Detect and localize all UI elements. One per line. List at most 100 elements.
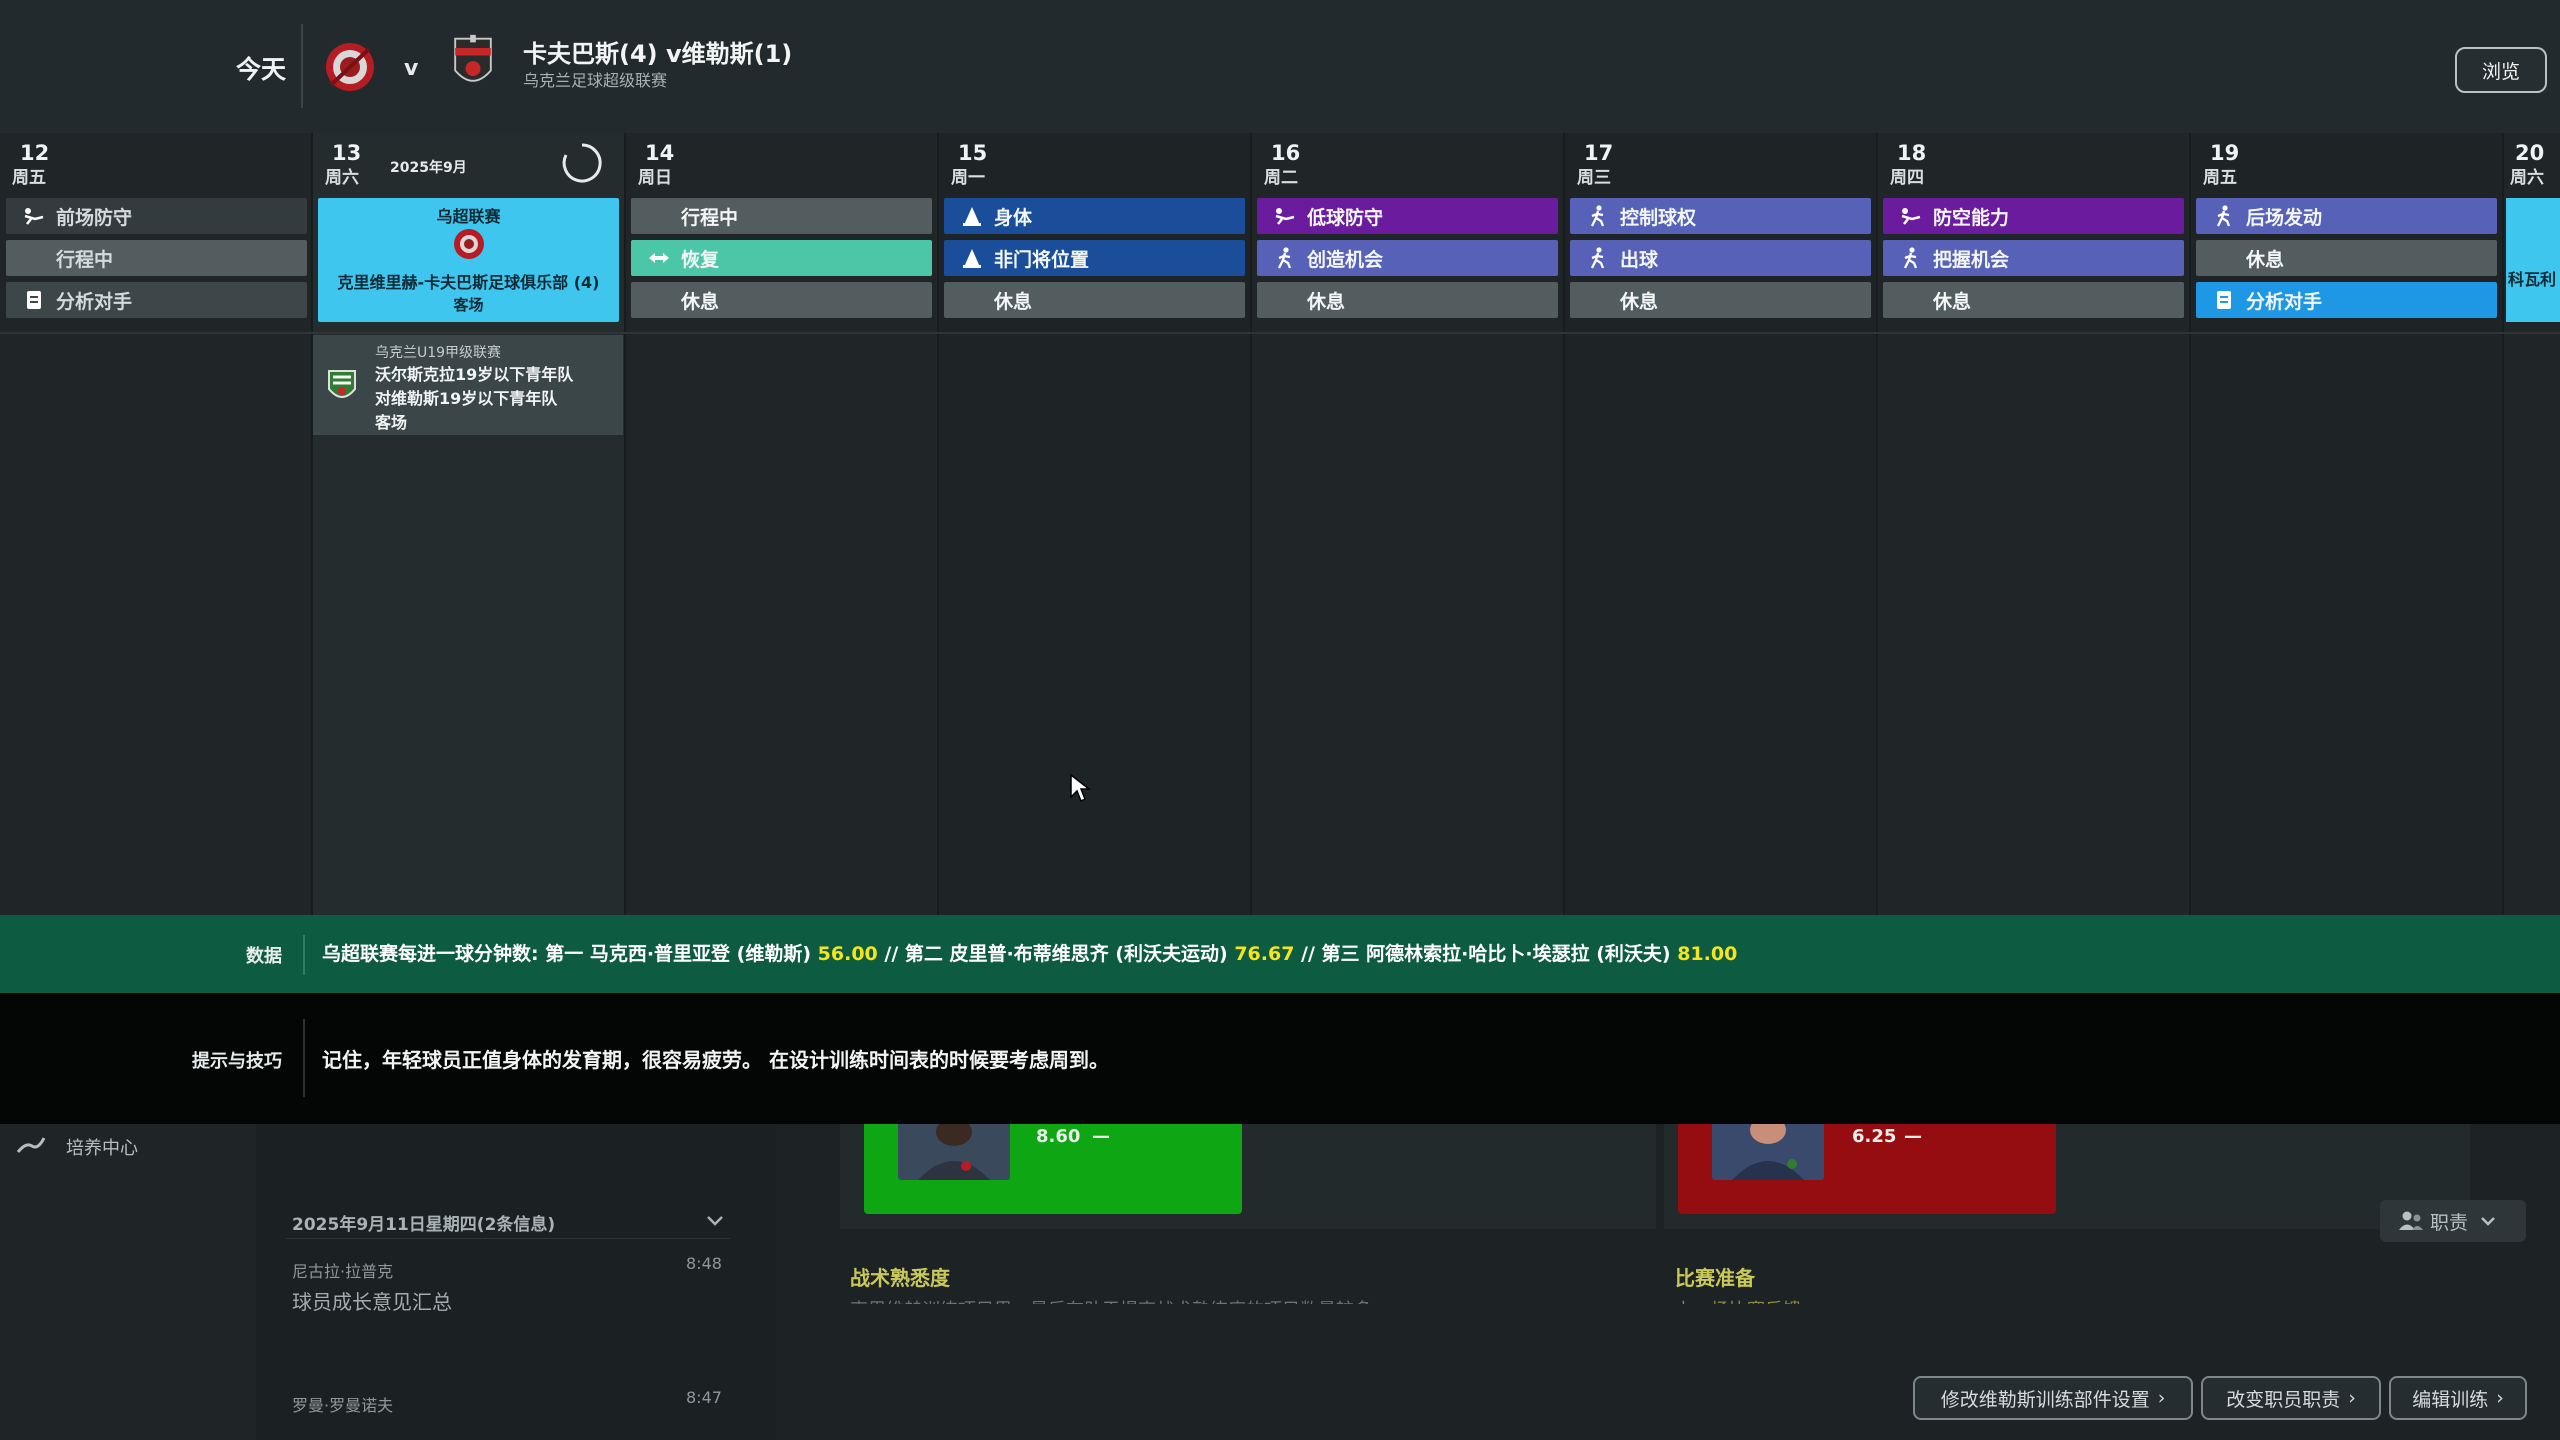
match-prep-heading: 比赛准备 [1675,1266,1755,1290]
button-label: 改变职员职责 [2226,1388,2341,1411]
edit-training-button[interactable]: 编辑训练 › [2389,1376,2527,1420]
development-icon [16,1137,46,1153]
tips-banner: 提示与技巧 记住，年轻球员正值身体的发育期，很容易疲劳。 在设计训练时间表的时候… [0,993,2560,1124]
session-label: 控制球权 [1620,206,1697,229]
day-number: 20 [2515,141,2545,165]
rating-value: 6.25 [1852,1126,1897,1147]
day-number: 14 [645,141,675,165]
stat-value: 56.00 [817,943,878,965]
blank-icon [1899,288,1923,312]
blank-icon [960,288,984,312]
message-group-date[interactable]: 2025年9月11日星期四(2条信息) [292,1210,555,1235]
chevron-down-icon[interactable] [706,1214,724,1228]
training-session[interactable]: 身体 [944,198,1245,234]
message-divider [286,1238,730,1239]
stats-text: 乌超联赛每进一球分钟数: 第一 马克西·普里亚登 (维勒斯) 56.00 // … [322,939,1737,966]
training-session[interactable]: 前场防守 [6,198,307,234]
recovery-icon [647,246,671,270]
training-session[interactable]: 行程中 [631,198,932,234]
training-session[interactable]: 非门将位置 [944,240,1245,276]
training-session[interactable]: 低球防守 [1257,198,1558,234]
training-session[interactable]: 控制球权 [1570,198,1871,234]
match-title[interactable]: 卡夫巴斯(4) v维勒斯(1) [523,34,792,69]
tips-text: 记住，年轻球员正值身体的发育期，很容易疲劳。 在设计训练时间表的时候要考虑周到。 [322,1048,1109,1072]
physical-icon [960,204,984,228]
youth-match-card[interactable]: 乌克兰U19甲级联赛 沃尔斯克拉19岁以下青年队 对维勒斯19岁以下青年队 客场 [313,335,623,435]
match-card-partial[interactable]: 科瓦利 [2506,198,2560,322]
today-label[interactable]: 今天 [236,50,286,86]
day-of-week: 周六 [2510,168,2544,188]
stats-mid: // 第三 阿德林索拉·哈比卜·埃瑟拉 (利沃夫) [1294,943,1678,965]
analysis-icon [2212,288,2236,312]
day-of-week: 周二 [1264,168,1298,188]
day-of-week: 周日 [638,168,672,188]
match-card[interactable]: 乌超联赛 克里维里赫-卡夫巴斯足球俱乐部 (4) 客场 [318,198,619,322]
spinner-icon [562,143,602,183]
training-session[interactable]: 出球 [1570,240,1871,276]
session-label: 非门将位置 [994,248,1090,271]
session-label: 出球 [1620,248,1659,271]
nav-item-development-centre[interactable]: 培养中心 [66,1134,138,1160]
training-session[interactable]: 行程中 [6,240,307,276]
training-session[interactable]: 休息 [2196,240,2497,276]
home-team-crest[interactable] [323,37,377,97]
opponent-crest [454,229,484,259]
chevron-right-icon: › [2348,1387,2356,1409]
training-session[interactable]: 休息 [1257,282,1558,318]
day-number: 13 [332,141,362,165]
session-label: 行程中 [681,206,739,229]
training-session[interactable]: 休息 [631,282,932,318]
left-nav: 培养中心 [0,1124,256,1440]
session-label: 分析对手 [56,290,133,313]
training-session[interactable]: 防空能力 [1883,198,2184,234]
training-session[interactable]: 分析对手 [2196,282,2497,318]
modify-training-settings-button[interactable]: 修改维勒斯训练部件设置 › [1913,1376,2193,1420]
browse-button[interactable]: 浏览 [2455,47,2547,93]
day-number: 19 [2210,141,2240,165]
training-session[interactable]: 休息 [1883,282,2184,318]
role-filter-button[interactable]: 职责 [2380,1200,2526,1242]
training-session[interactable]: 后场发动 [2196,198,2497,234]
stat-value: 81.00 [1677,943,1738,965]
day-number: 17 [1584,141,1614,165]
column-divider [311,133,313,915]
role-label: 职责 [2430,1211,2469,1234]
youth-team-crest [328,370,356,398]
blank-icon [1273,288,1297,312]
training-session[interactable]: 把握机会 [1883,240,2184,276]
training-session[interactable]: 分析对手 [6,282,307,318]
training-session[interactable]: 休息 [944,282,1245,318]
tips-label: 提示与技巧 [192,1051,282,1072]
blank-icon [1586,288,1610,312]
change-staff-roles-button[interactable]: 改变职员职责 › [2201,1376,2381,1420]
youth-away-team: 对维勒斯19岁以下青年队 [375,389,558,408]
rating-card-good[interactable]: 8.60 — [864,1124,1242,1214]
message-title[interactable]: 球员成长意见汇总 [292,1286,452,1315]
column-divider [2189,133,2191,915]
session-label: 恢复 [681,248,720,271]
day-number: 12 [20,141,50,165]
tips-divider [303,1019,305,1097]
training-session[interactable]: 休息 [1570,282,1871,318]
header-divider [301,24,303,108]
tactical-familiarity-heading: 战术熟悉度 [850,1266,950,1290]
training-session[interactable]: 恢复 [631,240,932,276]
youth-venue: 客场 [375,413,408,432]
match-prep-text: 上一场比赛反馈 [1675,1296,1875,1304]
day-of-week: 周五 [2203,168,2237,188]
attack-icon [1273,246,1297,270]
versus-label: v [404,56,419,81]
day-number: 15 [958,141,988,165]
role-icon [2399,1211,2423,1230]
attack-icon [1899,246,1923,270]
button-label: 编辑训练 [2412,1388,2489,1411]
column-divider [1563,133,1565,915]
message-sender: 尼古拉·拉普克 [292,1262,394,1281]
away-team-crest[interactable] [446,33,500,93]
training-session[interactable]: 创造机会 [1257,240,1558,276]
rating-card-poor[interactable]: 6.25 — [1678,1124,2056,1214]
match-card-venue: 客场 [453,296,484,314]
rating-value: 8.60 [1036,1126,1081,1147]
session-label: 休息 [1620,290,1659,313]
analysis-icon [22,288,46,312]
